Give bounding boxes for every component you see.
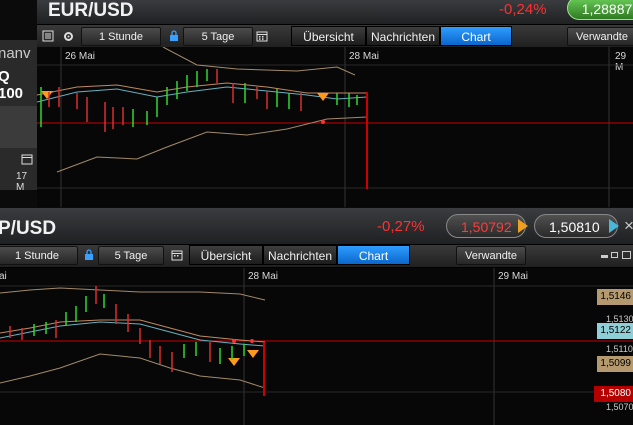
price-label-lower-band: 1,5099 bbox=[597, 356, 633, 372]
price-label-text: 1,5146 bbox=[600, 291, 631, 302]
left-partial-title: nanv bbox=[0, 45, 31, 62]
top-chart[interactable]: 26 Mai 28 Mai 29 M bbox=[37, 47, 633, 207]
price-label-text: 1,5122 bbox=[600, 325, 631, 336]
calendar-icon[interactable] bbox=[253, 27, 271, 45]
maximize-icon[interactable] bbox=[622, 251, 631, 259]
sell-price-button[interactable]: 1,50792 bbox=[446, 214, 526, 238]
top-chart-plot bbox=[37, 47, 633, 207]
top-change-percent: -0,24% bbox=[499, 1, 547, 18]
buy-price-value: 1,50810 bbox=[549, 219, 600, 235]
bottom-tab-news[interactable]: Nachrichten bbox=[263, 245, 337, 265]
left-date-label: 17 M bbox=[16, 171, 28, 193]
price-label-text: 1,5080 bbox=[600, 388, 631, 399]
top-tab-news[interactable]: Nachrichten bbox=[366, 26, 440, 46]
list-icon[interactable] bbox=[39, 27, 57, 45]
bottom-instrument-title: P/USD bbox=[0, 218, 57, 239]
bottom-chart[interactable]: ai 28 Mai 29 Mai 1,5146 1,5130 1,5122 1,… bbox=[0, 268, 633, 425]
bottom-lock-icon[interactable] bbox=[80, 246, 98, 264]
bottom-chart-plot bbox=[0, 268, 633, 425]
bottom-tab-overview[interactable]: Übersicht bbox=[189, 245, 263, 265]
bottom-change-percent: -0,27% bbox=[377, 218, 425, 235]
top-title-bar: EUR/USD -0,24% 1,28887 bbox=[37, 0, 633, 25]
top-toolbar: 1 Stunde 5 Tage Übersicht Nachrichten Ch… bbox=[37, 25, 633, 48]
top-price-value: 1,28887 bbox=[581, 1, 633, 17]
bottom-related-button[interactable]: Verwandte bbox=[456, 246, 526, 265]
bottom-calendar-icon[interactable] bbox=[168, 246, 186, 264]
bottom-interval-select[interactable]: 1 Stunde bbox=[0, 246, 78, 265]
bottom-range-select[interactable]: 5 Tage bbox=[98, 246, 164, 265]
left-background-panel: nanv Q 100 17 M bbox=[0, 40, 37, 193]
price-tick-2: 1,5110 bbox=[606, 344, 633, 354]
gear-icon[interactable] bbox=[59, 27, 77, 45]
left-partial-value: Q 100 bbox=[0, 68, 24, 102]
price-label-upper-band: 1,5146 bbox=[597, 289, 633, 305]
top-interval-select[interactable]: 1 Stunde bbox=[81, 27, 161, 46]
top-instrument-title: EUR/USD bbox=[48, 0, 134, 21]
price-label-text: 1,5099 bbox=[600, 358, 631, 369]
price-tick-3: 1,5070 bbox=[606, 402, 633, 412]
restore-icon[interactable] bbox=[611, 252, 618, 258]
price-label-moving-average: 1,5122 bbox=[597, 323, 633, 339]
top-tab-overview[interactable]: Übersicht bbox=[291, 26, 366, 46]
bottom-tab-chart[interactable]: Chart bbox=[337, 245, 410, 265]
bottom-toolbar: 1 Stunde 5 Tage Übersicht Nachrichten Ch… bbox=[0, 245, 633, 268]
top-price-pill[interactable]: 1,28887 bbox=[567, 0, 633, 20]
top-range-select[interactable]: 5 Tage bbox=[183, 27, 253, 46]
left-separator bbox=[0, 106, 37, 148]
lock-icon[interactable] bbox=[165, 27, 183, 45]
left-calendar-icon[interactable] bbox=[18, 150, 36, 168]
minimize-icon[interactable] bbox=[601, 255, 608, 258]
up-arrow-icon bbox=[609, 219, 619, 233]
top-tab-chart[interactable]: Chart bbox=[440, 26, 512, 46]
price-label-current: 1,5080 bbox=[594, 386, 633, 402]
down-arrow-icon bbox=[518, 219, 528, 233]
sell-price-value: 1,50792 bbox=[461, 219, 512, 235]
top-related-button[interactable]: Verwandte bbox=[567, 27, 633, 46]
close-icon[interactable]: × bbox=[624, 216, 633, 236]
bottom-title-bar: P/USD -0,27% 1,50792 1,50810 × bbox=[0, 208, 633, 245]
